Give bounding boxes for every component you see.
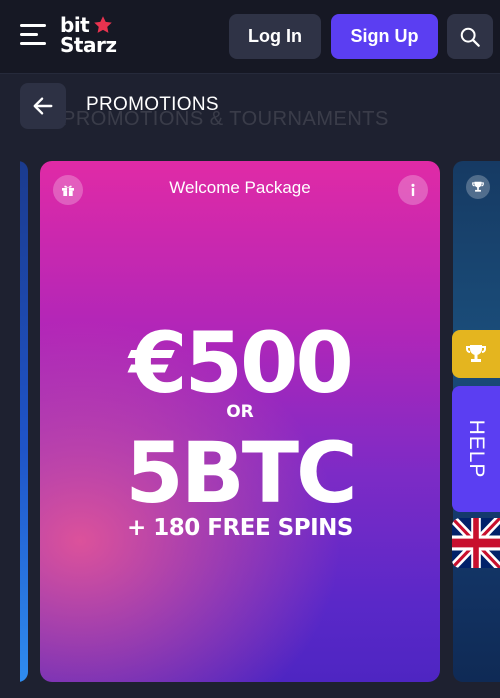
offer-btc: 5BTC — [125, 424, 357, 522]
info-icon[interactable] — [398, 175, 428, 205]
help-tab[interactable]: HELP — [452, 386, 500, 512]
logo-star-icon — [94, 16, 112, 33]
search-icon — [460, 27, 480, 47]
signup-button[interactable]: Sign Up — [331, 14, 438, 59]
uk-flag-icon — [452, 518, 500, 568]
search-button[interactable] — [447, 14, 493, 59]
login-button[interactable]: Log In — [229, 14, 321, 59]
offer-amount: €500 — [129, 314, 354, 412]
arrow-left-icon — [33, 97, 53, 115]
help-label: HELP — [465, 419, 488, 479]
back-button[interactable] — [20, 83, 66, 129]
top-header: bit Starz Log In Sign Up — [0, 0, 500, 74]
offer-free-spins: + 180 FREE SPINS — [127, 515, 353, 541]
tournaments-tab[interactable] — [452, 330, 500, 378]
language-selector[interactable] — [452, 518, 500, 568]
logo-text-starz: Starz — [60, 33, 117, 57]
trophy-icon — [466, 175, 490, 199]
bitstarz-logo[interactable]: bit Starz — [60, 14, 120, 58]
welcome-package-card[interactable]: Welcome Package €500 OR 5BTC + 180 FREE … — [40, 161, 440, 682]
page-title: PROMOTIONS — [86, 94, 219, 115]
offer-or: OR — [226, 402, 254, 422]
trophy-icon — [466, 345, 486, 362]
hamburger-menu-icon[interactable] — [20, 24, 46, 46]
previous-promo-card[interactable] — [0, 161, 28, 682]
promo-card-title: Welcome Package — [169, 178, 311, 197]
